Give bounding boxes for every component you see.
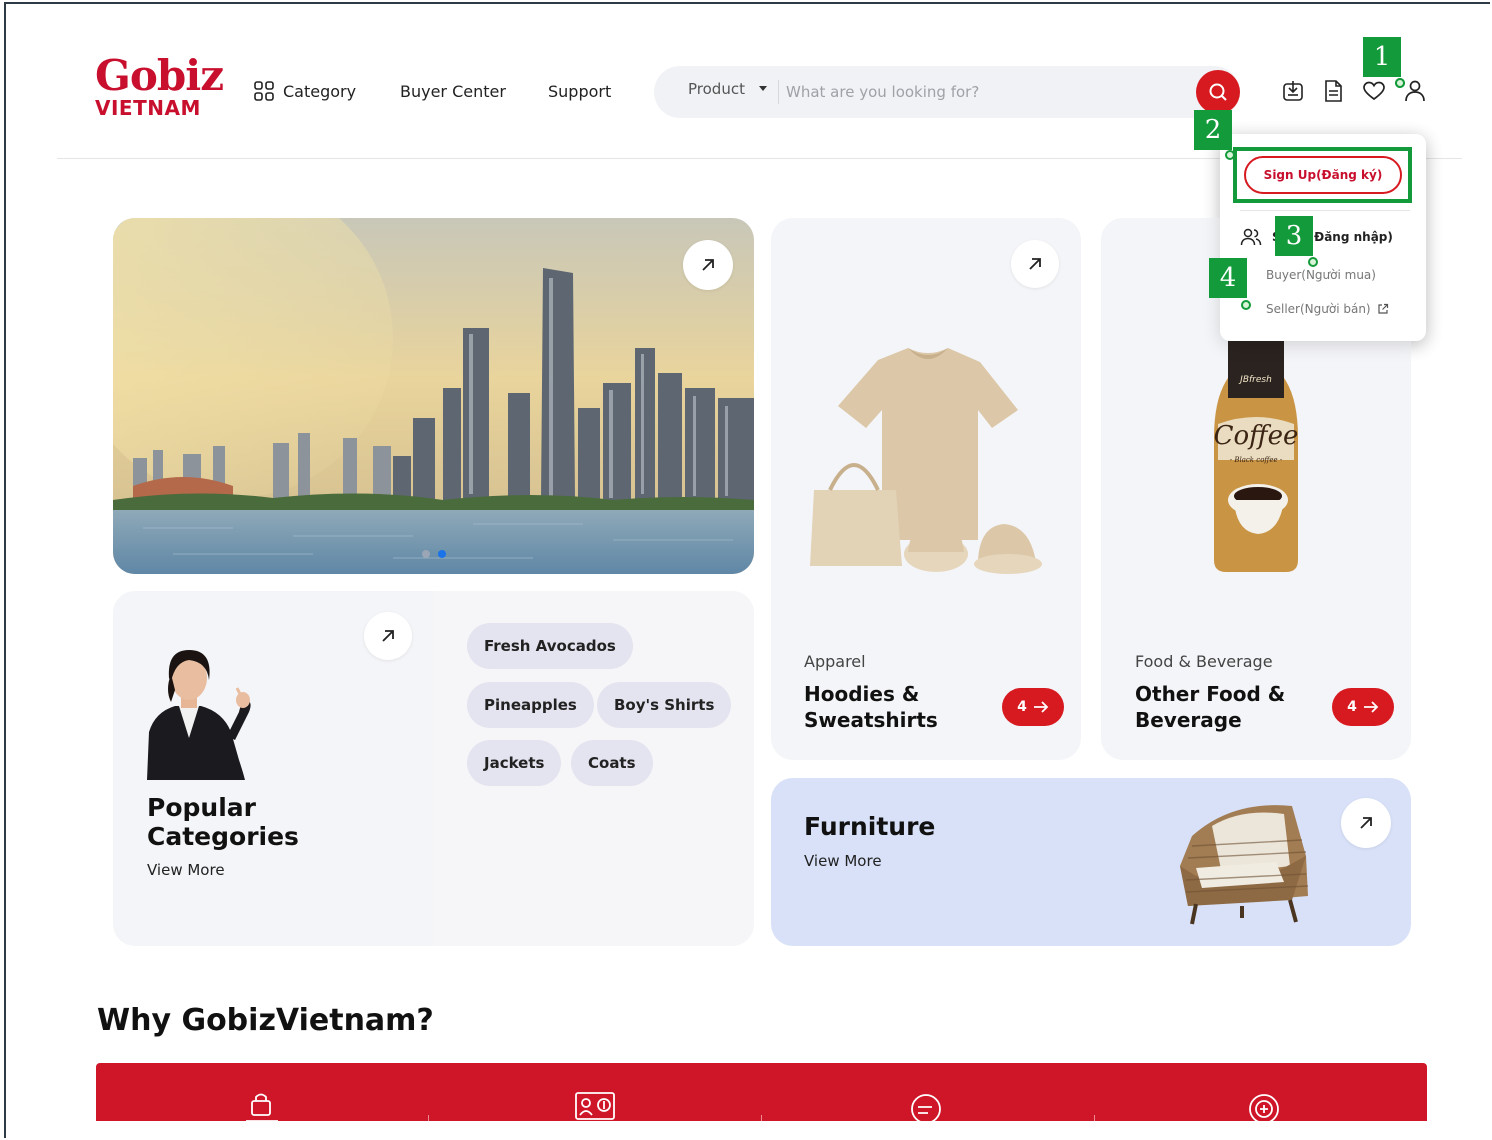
search-type-value: Product — [688, 80, 745, 98]
why-features-band — [96, 1063, 1427, 1123]
user-icon[interactable] — [1402, 78, 1428, 104]
sign-in-row-top[interactable]: S (Đăng nhập) — [1240, 227, 1393, 247]
carousel-dot-2[interactable] — [438, 550, 446, 558]
apparel-count: 4 — [1017, 699, 1027, 715]
food-title-line1: Other Food & — [1135, 682, 1286, 706]
seller-login-label-top: Seller(Người bán) — [1266, 302, 1371, 316]
shopping-bag-icon — [246, 1093, 278, 1122]
annotation-dot-1-top — [1395, 78, 1405, 88]
arrow-right-icon — [1033, 701, 1049, 713]
heart-icon[interactable] — [1361, 78, 1387, 104]
band-divider-1 — [428, 1115, 429, 1121]
arrow-up-right-icon — [1029, 258, 1041, 270]
dropdown-separator-top — [1240, 210, 1410, 211]
popular-title-line2: Categories — [147, 822, 299, 851]
annotation-marker-4-top: 4 — [1209, 258, 1247, 298]
annotation-marker-1-top: 1 — [1363, 37, 1401, 77]
buyer-login-label-top: Buyer(Người mua) — [1266, 268, 1376, 282]
support-handshake-icon — [911, 1094, 941, 1123]
bottle-text: Coffee — [1214, 421, 1299, 451]
businesswoman-image — [147, 650, 251, 780]
chip-fresh-avocados[interactable]: Fresh Avocados — [467, 623, 633, 669]
popular-title: Popular Categories — [147, 793, 299, 851]
furniture-view-more-link[interactable]: View More — [804, 852, 882, 870]
logo-main-text: Gobiz — [95, 51, 224, 100]
chip-coats[interactable]: Coats — [571, 740, 653, 786]
bottle-brand: JBfresh — [1238, 375, 1272, 385]
seller-login-link-top[interactable]: Seller(Người bán) — [1266, 302, 1389, 316]
apparel-image — [810, 348, 1042, 574]
annotation-marker-3-top: 3 — [1275, 216, 1313, 256]
city-skyline-image — [113, 218, 754, 574]
users-icon — [1240, 228, 1262, 246]
search-input[interactable] — [786, 80, 1166, 104]
search-type-select[interactable]: Product — [688, 80, 767, 98]
invoice-dollar-icon — [575, 1092, 615, 1120]
nav-support[interactable]: Support — [548, 80, 611, 102]
gobiz-logo[interactable]: Gobiz VIETNAM — [95, 51, 224, 125]
bottle-subtext: - Black coffee - — [1230, 456, 1283, 464]
annotation-dot-2-top — [1225, 150, 1235, 160]
grid-icon — [254, 81, 274, 101]
apparel-title-line2: Sweatshirts — [804, 708, 938, 732]
arrow-right-icon — [1363, 701, 1379, 713]
caret-down-icon — [758, 86, 767, 91]
popular-view-more-link[interactable]: View More — [147, 861, 225, 879]
buyer-login-link-top[interactable]: Buyer(Người mua) — [1266, 268, 1376, 282]
apparel-label: Apparel — [804, 652, 866, 671]
hero-open-button[interactable] — [683, 240, 733, 290]
download-box-icon[interactable] — [1280, 78, 1306, 104]
chip-pineapples[interactable]: Pineapples — [467, 682, 594, 728]
furniture-title: Furniture — [804, 812, 936, 841]
apparel-title-line1: Hoodies & — [804, 682, 920, 706]
target-plus-icon — [1249, 1094, 1279, 1123]
search-icon — [1209, 83, 1227, 101]
annotation-dot-4-top — [1241, 300, 1251, 310]
nav-support-label: Support — [548, 81, 612, 101]
food-title-line2: Beverage — [1135, 708, 1242, 732]
apparel-title: Hoodies & Sweatshirts — [804, 681, 938, 733]
food-title: Other Food & Beverage — [1135, 681, 1285, 733]
popular-open-button[interactable] — [364, 612, 412, 660]
sign-in-label-top: (Đăng nhập) — [1308, 230, 1393, 244]
carousel-dot-1[interactable] — [422, 550, 430, 558]
hero-banner[interactable] — [113, 218, 754, 574]
furniture-open-button[interactable] — [1341, 798, 1391, 848]
arrow-up-right-icon — [382, 630, 394, 642]
rattan-armchair-image — [1180, 805, 1309, 925]
band-divider-2 — [761, 1115, 762, 1121]
band-divider-3 — [1094, 1115, 1095, 1121]
food-label: Food & Beverage — [1135, 652, 1273, 671]
nav-category-label: Category — [283, 81, 357, 101]
arrow-up-right-icon — [1360, 817, 1372, 829]
chip-jackets[interactable]: Jackets — [467, 740, 562, 786]
external-link-icon — [1378, 303, 1388, 314]
food-count-button[interactable]: 4 — [1332, 688, 1394, 726]
nav-category[interactable]: Category — [253, 80, 356, 102]
logo-sub-text: VIETNAM — [95, 96, 201, 120]
apparel-open-button[interactable] — [1011, 240, 1059, 288]
popular-title-line1: Popular — [147, 793, 256, 822]
annotation-highlight-box-top — [1233, 147, 1412, 203]
arrow-up-right-icon — [702, 259, 714, 271]
search-divider — [778, 80, 779, 104]
chip-boys-shirts[interactable]: Boy's Shirts — [597, 682, 732, 728]
apparel-count-button[interactable]: 4 — [1002, 688, 1064, 726]
nav-buyer-center-label: Buyer Center — [400, 81, 506, 101]
annotation-dot-3-top — [1308, 257, 1318, 267]
annotation-marker-2-top: 2 — [1194, 110, 1232, 150]
coffee-bottle-image: JBfresh Coffee - Black coffee - — [1214, 338, 1299, 572]
food-count: 4 — [1347, 699, 1357, 715]
nav-buyer-center[interactable]: Buyer Center — [400, 80, 506, 102]
search-button[interactable] — [1196, 70, 1240, 114]
why-section-title: Why GobizVietnam? — [97, 1003, 434, 1038]
document-icon[interactable] — [1320, 78, 1346, 104]
